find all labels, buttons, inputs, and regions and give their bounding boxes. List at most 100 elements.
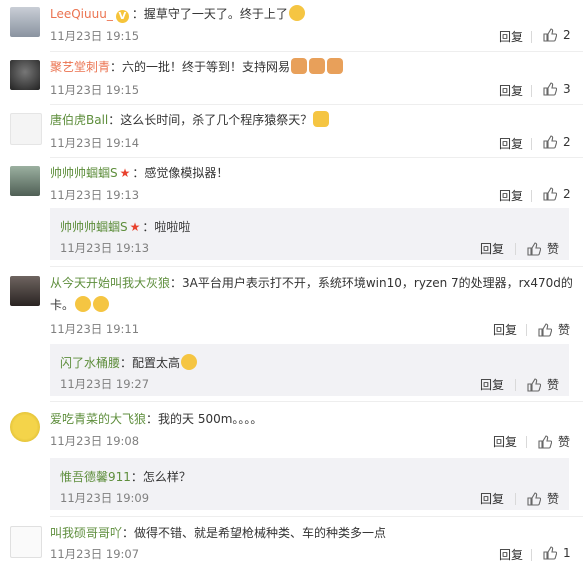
like-button[interactable]: 2 bbox=[543, 187, 571, 201]
verified-icon: V bbox=[115, 10, 129, 23]
username-link[interactable]: 聚艺堂刺青 bbox=[50, 60, 110, 74]
username-link[interactable]: 惟吾德馨911 bbox=[60, 470, 131, 484]
doge-emoji-icon bbox=[309, 58, 326, 74]
divider bbox=[531, 549, 532, 561]
divider bbox=[531, 31, 532, 43]
star-badge-icon: ★ bbox=[119, 166, 131, 180]
thumbs-up-icon bbox=[543, 546, 557, 560]
thumbs-up-icon bbox=[538, 322, 552, 337]
thumbs-up-icon bbox=[527, 241, 541, 256]
comment-line: 帅帅帅蝈蝈S ★ ：感觉像模拟器！ bbox=[50, 164, 228, 182]
comment-item: 聚艺堂刺青：六的一批！终于等到！支持网易 11月23日 19:15 回复 3 bbox=[0, 58, 583, 102]
username-link[interactable]: 闪了水桶腰 bbox=[60, 356, 120, 370]
like-button[interactable]: 1 bbox=[543, 546, 571, 560]
comment-item: 叫我硕哥哥吖：做得不错、就是希望枪械种类、车的种类多一点 11月23日 19:0… bbox=[0, 524, 583, 564]
cool-emoji-icon bbox=[75, 296, 92, 312]
doge-emoji-icon bbox=[291, 58, 308, 74]
sub-reply-line: 帅帅帅蝈蝈S ★ ：啦啦啦 bbox=[60, 218, 190, 235]
comment-time: 11月23日 19:13 bbox=[50, 188, 140, 202]
avatar[interactable] bbox=[10, 526, 42, 558]
username-link[interactable]: 唐伯虎Ball bbox=[50, 113, 108, 127]
reply-time: 11月23日 19:27 bbox=[60, 377, 150, 391]
comment-time: 11月23日 19:14 bbox=[50, 136, 140, 150]
comment-line: 聚艺堂刺青：六的一批！终于等到！支持网易 bbox=[50, 58, 344, 76]
comment-text: ：3A平台用户表示打不开，系统环境win10，ryzen 7的处理器，rx470… bbox=[170, 276, 573, 290]
row-divider bbox=[50, 266, 583, 267]
reply-time: 11月23日 19:13 bbox=[60, 241, 150, 255]
comment-item: 唐伯虎Ball：这么长时间，杀了几个程序猿祭天？ 11月23日 19:14 回复… bbox=[0, 111, 583, 155]
username-link[interactable]: 爱吃青菜的大飞狼 bbox=[50, 412, 146, 426]
sub-reply: 惟吾德馨911：怎么样？ 11月23日 19:09 回复 赞 bbox=[50, 458, 569, 510]
like-count: 2 bbox=[563, 187, 571, 201]
row-divider bbox=[50, 516, 583, 517]
like-button[interactable]: 赞 bbox=[527, 240, 559, 257]
comment-line: LeeQiuuu_ V ：握草守了一天了。终于上了 bbox=[50, 5, 306, 23]
reply-button[interactable]: 回复 bbox=[493, 433, 517, 450]
reply-button[interactable]: 回复 bbox=[499, 28, 523, 45]
star-badge-icon: ★ bbox=[129, 220, 141, 234]
comment-line: 唐伯虎Ball：这么长时间，杀了几个程序猿祭天？ bbox=[50, 111, 330, 129]
comment-text: ：六的一批！终于等到！支持网易 bbox=[110, 60, 291, 74]
like-button[interactable]: 赞 bbox=[538, 321, 570, 338]
like-label: 赞 bbox=[558, 435, 571, 449]
reply-button[interactable]: 回复 bbox=[499, 187, 523, 204]
comment-time: 11月23日 19:08 bbox=[50, 434, 140, 448]
sub-reply-line: 惟吾德馨911：怎么样？ bbox=[60, 468, 191, 485]
comment-line: 卡。 bbox=[50, 296, 110, 314]
comment-line: 从今天开始叫我大灰狼：3A平台用户表示打不开，系统环境win10，ryzen 7… bbox=[50, 274, 573, 292]
reply-text: ：怎么样？ bbox=[130, 470, 191, 484]
avatar[interactable] bbox=[10, 276, 40, 306]
like-button[interactable]: 赞 bbox=[527, 490, 559, 507]
reply-button[interactable]: 回复 bbox=[480, 376, 504, 393]
like-label: 赞 bbox=[558, 323, 571, 337]
reply-button[interactable]: 回复 bbox=[499, 82, 523, 99]
username-link[interactable]: LeeQiuuu_ bbox=[50, 7, 113, 21]
reply-button[interactable]: 回复 bbox=[499, 546, 523, 563]
reply-time: 11月23日 19:09 bbox=[60, 491, 150, 505]
avatar[interactable] bbox=[10, 412, 40, 442]
comment-text: ：握草守了一天了。终于上了 bbox=[131, 7, 288, 21]
comment-text: 卡。 bbox=[50, 298, 75, 312]
reply-button[interactable]: 回复 bbox=[480, 490, 504, 507]
reply-button[interactable]: 回复 bbox=[499, 135, 523, 152]
avatar[interactable] bbox=[10, 60, 40, 90]
comment-item: 帅帅帅蝈蝈S ★ ：感觉像模拟器！ 11月23日 19:13 回复 2 帅帅帅蝈蝈S… bbox=[0, 164, 583, 260]
like-button[interactable]: 2 bbox=[543, 28, 571, 42]
divider bbox=[531, 138, 532, 150]
reply-button[interactable]: 回复 bbox=[480, 240, 504, 257]
username-link[interactable]: 帅帅帅蝈蝈S bbox=[60, 220, 128, 234]
thumbs-up-icon bbox=[527, 377, 541, 392]
sub-reply: 帅帅帅蝈蝈S ★ ：啦啦啦 11月23日 19:13 回复 赞 bbox=[50, 208, 569, 260]
like-button[interactable]: 赞 bbox=[527, 376, 559, 393]
like-button[interactable]: 赞 bbox=[538, 433, 570, 450]
username-link[interactable]: 帅帅帅蝈蝈S bbox=[50, 166, 118, 180]
comment-time: 11月23日 19:11 bbox=[50, 322, 140, 336]
like-button[interactable]: 2 bbox=[543, 135, 571, 149]
divider bbox=[526, 436, 527, 448]
thumbs-up-icon bbox=[543, 135, 557, 149]
like-label: 赞 bbox=[547, 242, 560, 256]
comment-time: 11月23日 19:15 bbox=[50, 83, 140, 97]
like-button[interactable]: 3 bbox=[543, 82, 571, 96]
like-count: 2 bbox=[563, 28, 571, 42]
divider bbox=[515, 379, 516, 391]
thumbs-up-icon bbox=[527, 491, 541, 506]
thinking-emoji-icon bbox=[181, 354, 198, 370]
row-divider bbox=[50, 157, 583, 158]
avatar[interactable] bbox=[10, 113, 42, 145]
comment-text: ：这么长时间，杀了几个程序猿祭天？ bbox=[108, 113, 313, 127]
comment-item: LeeQiuuu_ V ：握草守了一天了。终于上了 11月23日 19:15 回复 … bbox=[0, 5, 583, 49]
username-link[interactable]: 叫我硕哥哥吖 bbox=[50, 526, 122, 540]
divider bbox=[515, 493, 516, 505]
avatar[interactable] bbox=[10, 7, 40, 37]
comment-text: ：做得不错、就是希望枪械种类、车的种类多一点 bbox=[122, 526, 387, 540]
comment-time: 11月23日 19:15 bbox=[50, 29, 140, 43]
comment-text: ：我的天 500m。。。。 bbox=[146, 412, 263, 426]
avatar[interactable] bbox=[10, 166, 40, 196]
sub-reply-line: 闪了水桶腰：配置太高 bbox=[60, 354, 198, 371]
laugh-cry-emoji-icon bbox=[288, 5, 305, 21]
divider bbox=[515, 243, 516, 255]
username-link[interactable]: 从今天开始叫我大灰狼 bbox=[50, 276, 170, 290]
cool-emoji-icon bbox=[93, 296, 110, 312]
reply-button[interactable]: 回复 bbox=[493, 321, 517, 338]
